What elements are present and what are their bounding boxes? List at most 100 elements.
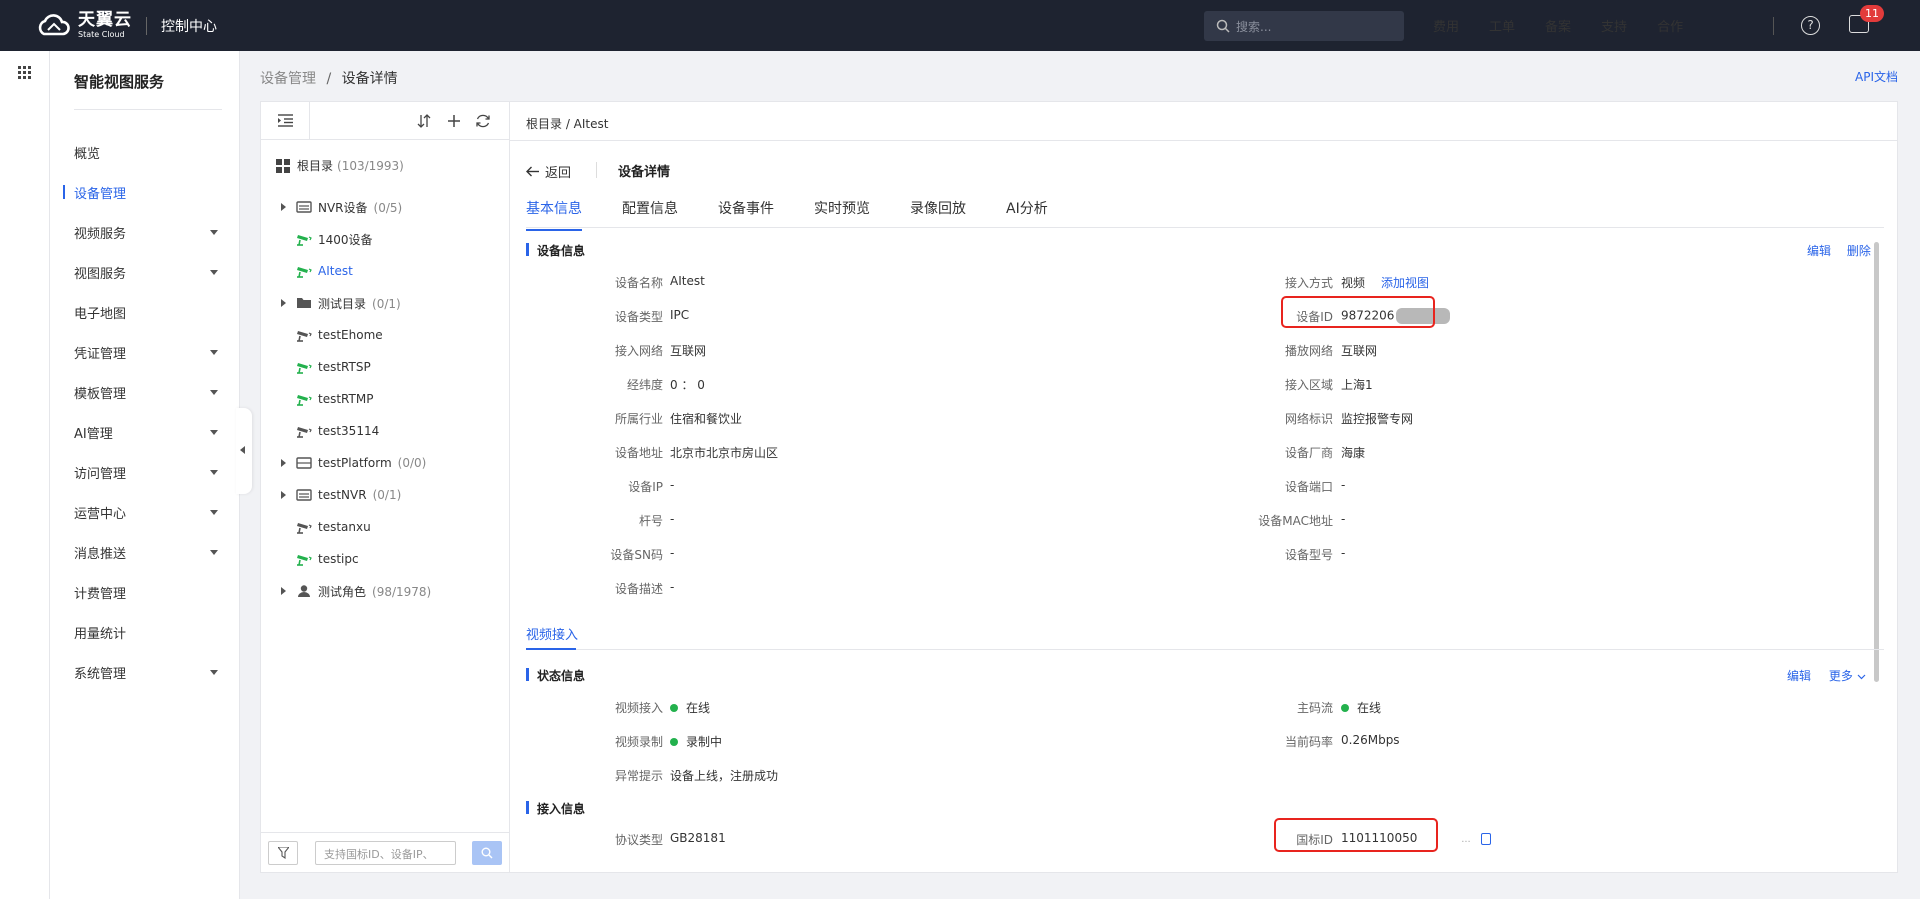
tree-node[interactable]: 1400设备 [261,223,511,255]
tab-playback[interactable]: 录像回放 [910,198,966,228]
field-value: 0 ： 0 [670,376,705,393]
tree-node-label: testipc [318,552,359,566]
sidebar-item-label: 概览 [74,146,101,162]
status-info-heading: 状态信息 [526,667,585,684]
field-value-text: 北京市北京市房山区 [670,446,779,460]
edit-device-button[interactable]: 编辑 [1807,244,1831,258]
nav-ticket[interactable]: 工单 [1489,16,1515,35]
field-label: 接入方式 [1284,276,1333,290]
tree-search-button[interactable] [472,841,502,865]
tree-node[interactable]: testRTMP [261,383,511,415]
logo[interactable]: 天翼云 State Cloud [34,12,132,40]
tree-node[interactable]: 测试目录 (0/1) [261,287,511,319]
caret-down-icon [210,230,218,235]
nav-support[interactable]: 支持 [1601,16,1627,35]
sidebar-item[interactable]: 计费管理 [50,572,240,612]
help-icon[interactable]: ? [1801,16,1820,35]
tree-node[interactable]: AItest [261,255,511,287]
more-label: 更多 [1828,669,1853,683]
search-icon [1216,19,1230,33]
tree-node[interactable]: testNVR (0/1) [261,479,511,511]
refresh-icon[interactable] [475,113,491,129]
add-icon[interactable] [446,113,462,129]
tree-node[interactable]: NVR设备 (0/5) [261,191,511,223]
user-menu[interactable] [1718,18,1740,32]
tree-root-count: (103/1993) [337,158,404,173]
back-button[interactable]: 返回 [526,162,571,181]
sidebar-collapse-handle[interactable] [236,408,252,494]
global-search-input[interactable]: 搜索... [1204,11,1404,41]
tree-node[interactable]: testPlatform (0/0) [261,447,511,479]
add-view-link[interactable]: 添加视图 [1381,276,1429,290]
tab-ai-analysis[interactable]: AI分析 [1006,198,1048,228]
subtab-active-indicator [526,648,576,650]
edit-status-button[interactable]: 编辑 [1787,669,1811,683]
expand-arrow-icon[interactable] [281,299,286,307]
sidebar-item[interactable]: 视频服务 [50,212,240,252]
sidebar-item[interactable]: 运营中心 [50,492,240,532]
scrollbar[interactable] [1874,242,1879,682]
delete-device-button[interactable]: 删除 [1847,244,1871,258]
filter-button[interactable] [268,841,298,865]
tab-live-preview[interactable]: 实时预览 [814,198,870,228]
tree-search-input[interactable]: 支持国标ID、设备IP、 [315,841,456,865]
field-value: - [670,546,674,560]
sidebar-item[interactable]: AI管理 [50,412,240,452]
field-value-text: 监控报警专网 [1341,412,1414,426]
breadcrumb-parent[interactable]: 设备管理 [260,71,316,87]
tab-device-events[interactable]: 设备事件 [718,198,774,228]
sidebar-item[interactable]: 系统管理 [50,652,240,692]
protocol-type-value: GB28181 [670,831,726,845]
field-label: 设备名称 [614,276,663,290]
sidebar-item[interactable]: 模板管理 [50,372,240,412]
caret-down-icon [210,670,218,675]
subtab-video-access[interactable]: 视频接入 [526,624,578,643]
expand-arrow-icon[interactable] [281,203,286,211]
tree-node[interactable]: testanxu [261,511,511,543]
tree-node-label: testEhome [318,328,383,342]
camera-green-icon [296,264,312,278]
field-label: 设备MAC地址 [1258,514,1333,528]
api-doc-link[interactable]: API文档 [1855,68,1898,85]
expand-arrow-icon[interactable] [281,587,286,595]
field-value-text: 0.26Mbps [1341,733,1400,747]
sidebar-item[interactable]: 视图服务 [50,252,240,292]
tree-node[interactable]: testRTSP [261,351,511,383]
tree-node[interactable]: 测试角色 (98/1978) [261,575,511,607]
more-button[interactable]: 更多 [1829,669,1866,683]
copy-icon[interactable] [1480,832,1491,845]
tree-node[interactable]: testipc [261,543,511,575]
sidebar-item[interactable]: 概览 [50,132,240,172]
apps-grid-icon[interactable] [18,66,31,79]
nav-cooperation[interactable]: 合作 [1657,16,1683,35]
divider [596,162,597,178]
tab-config-info[interactable]: 配置信息 [622,198,678,228]
nav-billing[interactable]: 费用 [1433,16,1459,35]
sidebar-item[interactable]: 设备管理 [50,172,240,212]
tree-node[interactable]: testEhome [261,319,511,351]
sidebar-menu: 概览设备管理 视频服务 视图服务 电子地图 凭证管理 模板管理 AI管理访问管理 运营中心 消息… [50,132,240,692]
tree-node[interactable]: test35114 [261,415,511,447]
tree-root-label: 根目录 [297,159,334,173]
expand-arrow-icon[interactable] [281,491,286,499]
caret-down-icon [210,350,218,355]
tab-basic-info[interactable]: 基本信息 [526,198,582,231]
sidebar-item[interactable]: 电子地图 [50,292,240,332]
sidebar-item[interactable]: 访问管理 [50,452,240,492]
console-title[interactable]: 控制中心 [161,16,217,36]
sidebar: 智能视图服务 概览 设备管理 视频服务 视图服务 电子地图 凭证管理 模板管理 AI管理 访问管… [50,51,240,899]
expand-arrow-icon[interactable] [281,459,286,467]
sidebar-item[interactable]: 用量统计 [50,612,240,652]
nav-filing[interactable]: 备案 [1545,16,1571,35]
tree-root[interactable]: 根目录 (103/1993) [276,157,404,174]
tree-node-text: testipc [318,552,359,566]
sidebar-item-label: AI管理 [74,426,113,442]
sidebar-item[interactable]: 消息推送 [50,532,240,572]
nvr-icon [296,200,312,214]
field-value: - [1341,478,1345,492]
field-value: 北京市北京市房山区 [670,444,778,461]
tree-search-bar: 支持国标ID、设备IP、 [261,832,509,872]
tree-toggle-button[interactable] [261,102,310,140]
sort-icon[interactable] [416,113,432,129]
sidebar-item[interactable]: 凭证管理 [50,332,240,372]
